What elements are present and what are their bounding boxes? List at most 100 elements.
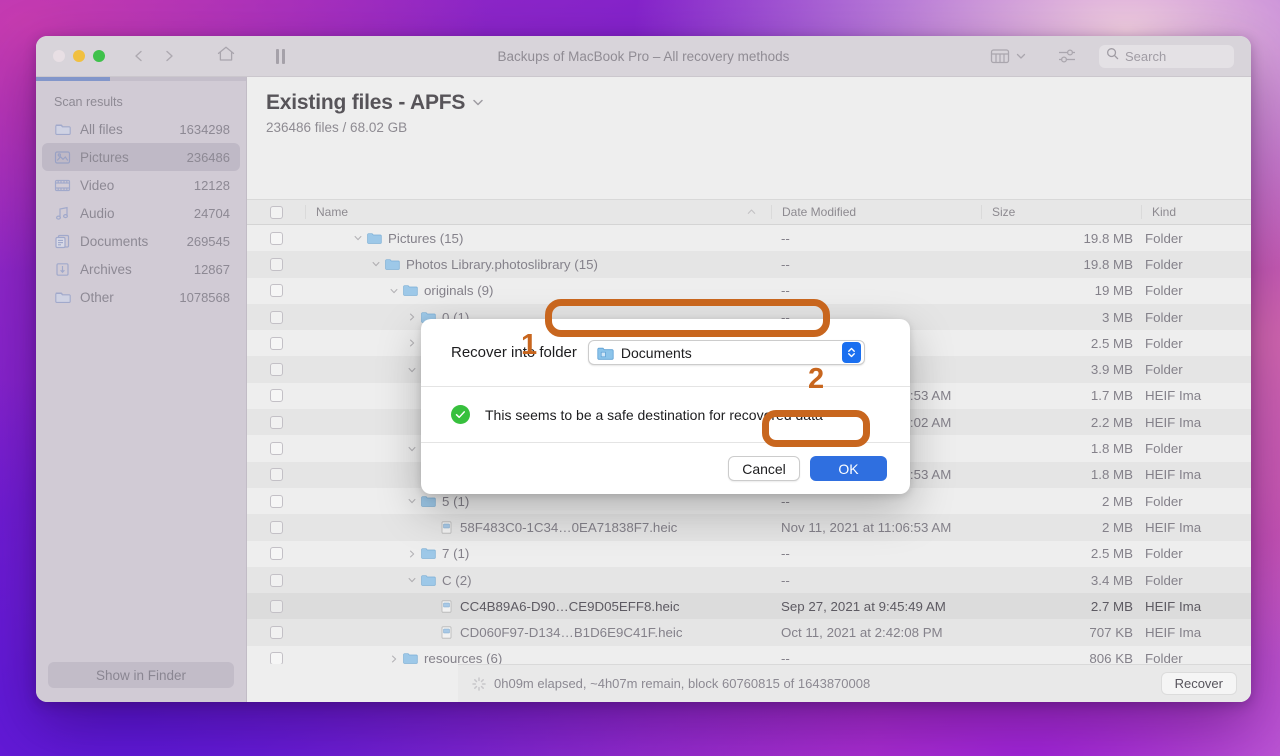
disclosure-triangle-icon[interactable] — [387, 286, 400, 296]
disclosure-triangle-icon[interactable] — [351, 233, 364, 243]
file-kind: HEIF Ima — [1145, 414, 1202, 430]
row-checkbox[interactable] — [247, 547, 305, 561]
file-size: 2 MB — [1101, 519, 1133, 535]
row-checkbox[interactable] — [247, 468, 305, 482]
file-name: resources (6) — [424, 651, 503, 664]
column-header-name[interactable]: Name — [305, 205, 771, 219]
row-checkbox[interactable] — [247, 652, 305, 664]
disclosure-triangle-icon[interactable] — [405, 496, 418, 506]
disclosure-triangle-icon[interactable] — [405, 338, 418, 348]
close-button[interactable] — [53, 50, 65, 62]
scan-progress-bar — [36, 77, 246, 81]
pause-icon[interactable] — [276, 48, 285, 64]
row-checkbox[interactable] — [247, 442, 305, 456]
table-row[interactable]: C (2) -- 3.4 MB Folder — [247, 567, 1251, 593]
sidebar-item-documents[interactable]: Documents 269545 — [42, 227, 240, 255]
column-header-size[interactable]: Size — [981, 205, 1141, 219]
chevron-right-icon[interactable] — [162, 49, 176, 63]
sidebar-item-count: 236486 — [186, 149, 230, 165]
disclosure-triangle-icon[interactable] — [405, 444, 418, 454]
table-row[interactable]: Photos Library.photoslibrary (15) -- 19.8 … — [247, 251, 1251, 277]
annotation-step-1: 1 — [521, 329, 538, 361]
row-checkbox[interactable] — [247, 231, 305, 245]
row-checkbox[interactable] — [247, 626, 305, 640]
folder-icon — [421, 574, 436, 587]
search-icon — [1106, 47, 1119, 65]
file-name: originals (9) — [424, 283, 494, 299]
row-checkbox[interactable] — [247, 389, 305, 403]
file-date-modified: -- — [781, 230, 790, 246]
minimize-button[interactable] — [73, 50, 85, 62]
table-row[interactable]: Pictures (15) -- 19.8 MB Folder — [247, 225, 1251, 251]
file-size: 2.5 MB — [1090, 335, 1133, 351]
home-icon[interactable] — [216, 45, 236, 68]
select-all-checkbox[interactable] — [247, 205, 305, 219]
row-checkbox[interactable] — [247, 284, 305, 298]
row-checkbox[interactable] — [247, 520, 305, 534]
row-checkbox[interactable] — [247, 494, 305, 508]
row-checkbox[interactable] — [247, 336, 305, 350]
table-row[interactable]: resources (6) -- 806 KB Folder — [247, 646, 1251, 664]
sidebar-item-label: Other — [80, 289, 114, 305]
file-kind: HEIF Ima — [1145, 519, 1202, 535]
file-name: Photos Library.photoslibrary (15) — [406, 256, 598, 272]
row-checkbox[interactable] — [247, 599, 305, 613]
column-header-date[interactable]: Date Modified — [771, 205, 981, 219]
sidebar-item-count: 1634298 — [179, 121, 230, 137]
sidebar-item-other[interactable]: Other 1078568 — [42, 283, 240, 311]
ok-button[interactable]: OK — [810, 456, 887, 481]
zoom-button[interactable] — [93, 50, 105, 62]
file-kind: Folder — [1145, 493, 1183, 509]
destination-folder-select[interactable]: Documents — [587, 340, 865, 365]
view-options-icon[interactable] — [989, 47, 1011, 65]
disclosure-triangle-icon[interactable] — [387, 654, 400, 664]
row-checkbox[interactable] — [247, 310, 305, 324]
main-header: Existing files - APFS 236486 files / 68.… — [247, 77, 1251, 143]
file-kind: Folder — [1145, 362, 1183, 378]
row-checkbox[interactable] — [247, 573, 305, 587]
page-title[interactable]: Existing files - APFS — [266, 91, 1251, 115]
file-size: 2.7 MB — [1090, 598, 1133, 614]
file-name: CC4B89A6-D90…CE9D05EFF8.heic — [460, 598, 680, 614]
chevron-left-icon[interactable] — [132, 49, 146, 63]
file-kind: Folder — [1145, 230, 1183, 246]
disclosure-triangle-icon[interactable] — [405, 312, 418, 322]
up-down-chevrons-icon[interactable] — [841, 342, 861, 363]
show-in-finder-button[interactable]: Show in Finder — [48, 662, 234, 688]
sidebar-item-audio[interactable]: Audio 24704 — [42, 199, 240, 227]
sidebar-item-archives[interactable]: Archives 12867 — [42, 255, 240, 283]
chevron-down-icon[interactable] — [471, 91, 485, 115]
dialog-folder-row: Recover into folder Documents — [421, 319, 910, 387]
disclosure-triangle-icon[interactable] — [405, 365, 418, 375]
chevron-down-icon[interactable] — [1015, 50, 1027, 62]
file-date-modified: -- — [781, 572, 790, 588]
disclosure-triangle-icon[interactable] — [405, 575, 418, 585]
table-row[interactable]: 58F483C0-1C34…0EA71838F7.heic Nov 11, 202… — [247, 514, 1251, 540]
sidebar-item-label: Archives — [80, 261, 132, 277]
row-checkbox[interactable] — [247, 363, 305, 377]
cancel-button[interactable]: Cancel — [728, 456, 800, 481]
image-file-icon — [439, 600, 454, 613]
file-name: 58F483C0-1C34…0EA71838F7.heic — [460, 519, 678, 535]
file-name: CD060F97-D134…B1D6E9C41F.heic — [460, 625, 683, 641]
search-input[interactable]: Search — [1099, 44, 1234, 68]
recover-button[interactable]: Recover — [1160, 672, 1237, 695]
table-row[interactable]: CD060F97-D134…B1D6E9C41F.heic Oct 11, 202… — [247, 619, 1251, 645]
table-row[interactable]: 7 (1) -- 2.5 MB Folder — [247, 541, 1251, 567]
row-checkbox[interactable] — [247, 415, 305, 429]
file-size: 806 KB — [1089, 651, 1133, 664]
sidebar-item-all-files[interactable]: All files 1634298 — [42, 115, 240, 143]
sidebar-item-pictures[interactable]: Pictures 236486 — [42, 143, 240, 171]
dialog-folder-label: Recover into folder — [451, 344, 577, 361]
file-name: C (2) — [442, 572, 472, 588]
sidebar-item-label: All files — [80, 121, 123, 137]
table-row[interactable]: originals (9) -- 19 MB Folder — [247, 278, 1251, 304]
row-checkbox[interactable] — [247, 257, 305, 271]
folder-icon — [597, 346, 614, 360]
disclosure-triangle-icon[interactable] — [405, 549, 418, 559]
column-header-kind[interactable]: Kind — [1141, 205, 1251, 219]
disclosure-triangle-icon[interactable] — [369, 259, 382, 269]
sidebar-item-video[interactable]: Video 12128 — [42, 171, 240, 199]
filter-sliders-icon[interactable] — [1057, 47, 1077, 65]
table-row[interactable]: CC4B89A6-D90…CE9D05EFF8.heic Sep 27, 2021… — [247, 593, 1251, 620]
